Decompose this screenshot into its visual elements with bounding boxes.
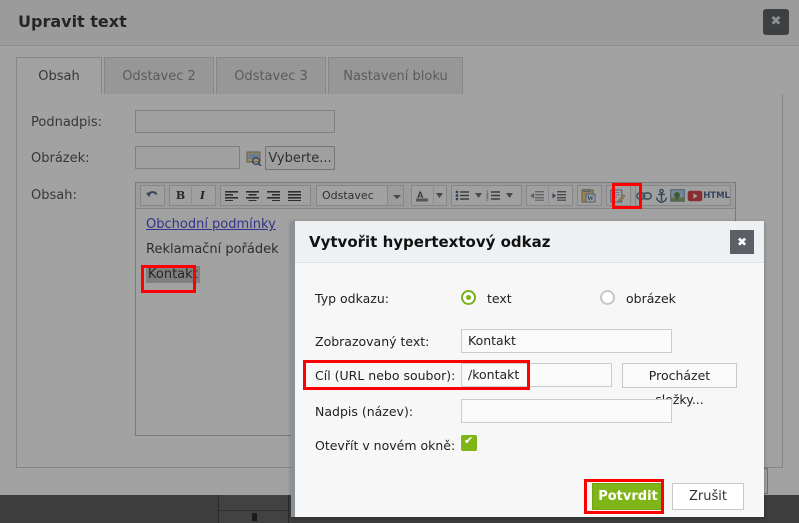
radio-label-image[interactable]: obrázek xyxy=(626,291,676,306)
align-left-icon[interactable] xyxy=(221,186,242,205)
label-podnadpis: Podnadpis: xyxy=(31,115,103,130)
browse-folders-button[interactable]: Procházet složky... xyxy=(622,363,737,407)
page-title: Upravit text xyxy=(18,12,127,31)
chevron-down-icon[interactable] xyxy=(388,185,404,206)
close-icon[interactable]: ✖ xyxy=(730,230,754,254)
bold-icon[interactable]: B xyxy=(170,186,191,205)
html-icon[interactable]: HTML xyxy=(703,186,730,205)
display-text-input[interactable]: Kontakt xyxy=(461,329,672,353)
undo-icon[interactable] xyxy=(141,186,162,205)
label-otevrit-v-novem-okne: Otevřít v novém okně: xyxy=(315,438,456,453)
image-browse-button[interactable]: Vyberte... xyxy=(265,146,335,170)
ordered-list-chevron-down-icon[interactable] xyxy=(504,186,514,205)
radio-label-text[interactable]: text xyxy=(487,291,512,306)
page-footer-column-divider-2 xyxy=(288,495,289,523)
page-footer-icon xyxy=(252,513,257,521)
confirm-button[interactable]: Potvrdit xyxy=(592,483,664,510)
align-right-icon[interactable] xyxy=(263,186,284,205)
new-window-checkbox[interactable] xyxy=(461,434,477,451)
edit-source-icon[interactable] xyxy=(607,186,628,205)
page-footer-divider xyxy=(219,510,288,511)
label-cil-url: Cíl (URL nebo soubor): xyxy=(315,368,456,383)
tab-odstavec-3[interactable]: Odstavec 3 xyxy=(216,57,326,95)
dialog-title: Vytvořit hypertextový odkaz xyxy=(309,233,551,251)
insert-anchor-icon[interactable] xyxy=(653,186,670,205)
outdent-icon[interactable] xyxy=(527,186,548,205)
indent-icon[interactable] xyxy=(549,186,570,205)
label-zobrazovany-text: Zobrazovaný text: xyxy=(315,334,430,349)
text-color-chevron-down-icon[interactable] xyxy=(434,186,444,205)
tab-odstavec-2[interactable]: Odstavec 2 xyxy=(104,57,214,95)
radio-link-type-text[interactable] xyxy=(461,290,476,305)
page-footer-column-divider-1 xyxy=(218,495,219,523)
label-typ-odkazu: Typ odkazu: xyxy=(315,291,389,306)
tab-obsah[interactable]: Obsah xyxy=(16,57,102,95)
label-obsah: Obsah: xyxy=(31,188,77,203)
svg-text:3: 3 xyxy=(486,197,489,201)
svg-text:W: W xyxy=(587,194,594,202)
paste-from-word-icon[interactable]: W xyxy=(578,186,599,205)
close-icon[interactable]: ✖ xyxy=(763,9,789,35)
align-justify-icon[interactable] xyxy=(284,186,305,205)
unordered-list-chevron-down-icon[interactable] xyxy=(473,186,483,205)
image-picker-icon[interactable] xyxy=(246,150,262,166)
label-obrazek: Obrázek: xyxy=(31,151,90,166)
paragraph-style-select[interactable]: Odstavec xyxy=(316,185,388,206)
text-color-icon[interactable]: A xyxy=(412,186,433,205)
italic-icon[interactable]: I xyxy=(192,186,213,205)
tab-nastaveni-bloku[interactable]: Nastavení bloku xyxy=(328,57,463,95)
target-url-input[interactable]: /kontakt xyxy=(461,363,612,387)
insert-image-icon[interactable] xyxy=(670,186,687,205)
insert-link-icon[interactable] xyxy=(636,186,653,205)
radio-link-type-image[interactable] xyxy=(600,290,615,305)
title-attribute-input[interactable] xyxy=(461,399,672,423)
cancel-button[interactable]: Zrušit xyxy=(672,483,744,510)
unordered-list-icon[interactable] xyxy=(452,186,473,205)
editor-toolbar: B I Odstavec A 1 2 3 W HTML xyxy=(136,183,735,209)
insert-youtube-icon[interactable] xyxy=(686,186,703,205)
editor-link-obchodni-podminky[interactable]: Obchodní podmínky xyxy=(146,217,276,232)
subtitle-input[interactable] xyxy=(135,110,335,133)
ordered-list-icon[interactable]: 123 xyxy=(483,186,504,205)
label-nadpis-nazev: Nadpis (název): xyxy=(315,404,414,419)
editor-selected-text[interactable]: Kontakt xyxy=(146,266,200,283)
image-path-input[interactable] xyxy=(135,146,240,169)
align-center-icon[interactable] xyxy=(242,186,263,205)
create-hyperlink-dialog: Vytvořit hypertextový odkaz ✖ Typ odkazu… xyxy=(291,221,764,517)
